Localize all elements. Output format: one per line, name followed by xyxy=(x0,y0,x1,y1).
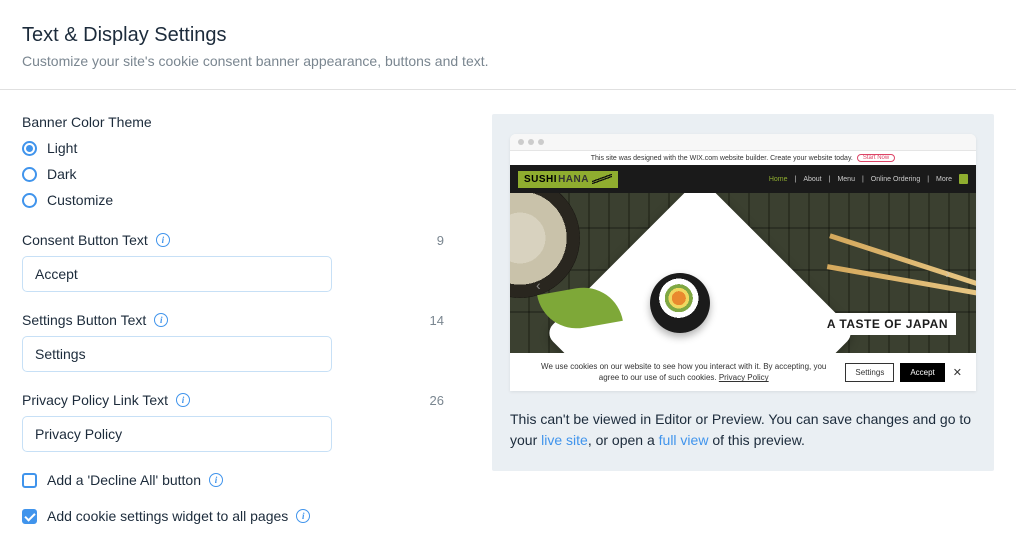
theme-customize-label: Customize xyxy=(47,192,113,208)
info-icon[interactable]: i xyxy=(209,473,223,487)
theme-option-dark[interactable]: Dark xyxy=(22,166,448,182)
cookie-text: We use cookies on our website to see how… xyxy=(522,361,845,383)
privacy-input[interactable] xyxy=(22,416,332,452)
chevron-right-icon: › xyxy=(923,241,972,305)
hero-tagline: A TASTE OF JAPAN xyxy=(819,313,956,335)
live-site-link[interactable]: live site xyxy=(541,432,588,448)
widget-label: Add cookie settings widget to all pages … xyxy=(47,508,310,524)
start-now-button: Start Now xyxy=(857,154,895,162)
widget-checkbox[interactable] xyxy=(22,509,37,524)
theme-dark-label: Dark xyxy=(47,166,77,182)
cookie-banner: We use cookies on our website to see how… xyxy=(510,353,976,391)
info-icon[interactable]: i xyxy=(296,509,310,523)
settings-count: 14 xyxy=(430,313,448,328)
preview-hero: ‹ › A TASTE OF JAPAN xyxy=(510,193,976,353)
theme-label: Banner Color Theme xyxy=(22,114,448,130)
consent-label: Consent Button Text i xyxy=(22,232,170,248)
preview-note: This can't be viewed in Editor or Previe… xyxy=(510,409,976,451)
decline-checkbox[interactable] xyxy=(22,473,37,488)
info-icon[interactable]: i xyxy=(156,233,170,247)
decline-label: Add a 'Decline All' button i xyxy=(47,472,223,488)
settings-input[interactable] xyxy=(22,336,332,372)
cookie-accept-button: Accept xyxy=(900,363,944,382)
window-dot-icon xyxy=(518,139,524,145)
privacy-count: 26 xyxy=(430,393,448,408)
privacy-label: Privacy Policy Link Text i xyxy=(22,392,190,408)
page-title: Text & Display Settings xyxy=(22,24,994,47)
theme-option-light[interactable]: Light xyxy=(22,140,448,156)
theme-option-customize[interactable]: Customize xyxy=(22,192,448,208)
preview-nav-links: Home | About | Menu | Online Ordering | … xyxy=(769,174,968,184)
preview-panel: This site was designed with the WIX.com … xyxy=(492,114,994,471)
cart-icon xyxy=(959,174,968,184)
page-subtitle: Customize your site's cookie consent ban… xyxy=(22,53,994,69)
window-bar xyxy=(510,134,976,151)
window-dot-icon xyxy=(538,139,544,145)
window-dot-icon xyxy=(528,139,534,145)
preview-logo: SUSHIHANA xyxy=(518,171,618,188)
radio-icon xyxy=(22,193,37,208)
consent-count: 9 xyxy=(437,233,448,248)
preview-topbar: This site was designed with the WIX.com … xyxy=(510,151,976,165)
chopsticks-icon xyxy=(592,174,612,184)
consent-input[interactable] xyxy=(22,256,332,292)
settings-label: Settings Button Text i xyxy=(22,312,168,328)
close-icon: ✕ xyxy=(951,366,964,379)
chevron-left-icon: ‹ xyxy=(514,253,976,293)
preview-window: This site was designed with the WIX.com … xyxy=(510,134,976,391)
cookie-settings-button: Settings xyxy=(845,363,894,382)
info-icon[interactable]: i xyxy=(154,313,168,327)
full-view-link[interactable]: full view xyxy=(659,432,709,448)
theme-light-label: Light xyxy=(47,140,77,156)
radio-icon xyxy=(22,167,37,182)
info-icon[interactable]: i xyxy=(176,393,190,407)
preview-nav: SUSHIHANA Home | About | Menu | Online O… xyxy=(510,165,976,193)
radio-icon xyxy=(22,141,37,156)
